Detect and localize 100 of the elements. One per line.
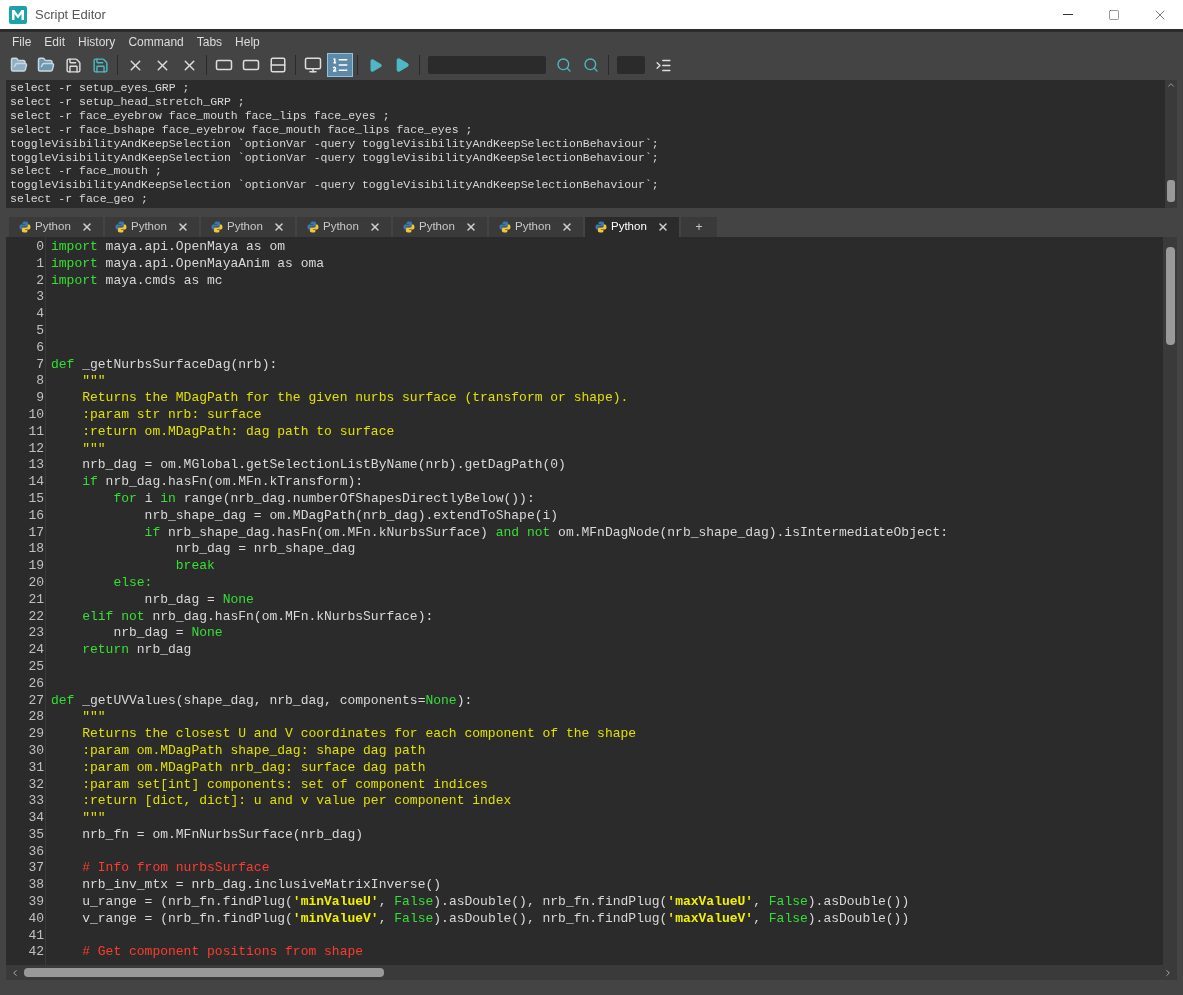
menu-item[interactable]: History xyxy=(72,33,122,51)
line-number: 7 xyxy=(36,356,44,374)
code-line: nrb_dag = nrb_shape_dag xyxy=(174,541,356,559)
code-line: Returns the closest U and V coordinates for each component of the shape xyxy=(81,726,637,743)
history-line: select -r face_eyebrow face_mouth face_lips face_eyes ; xyxy=(10,108,390,123)
script-tab[interactable]: Python xyxy=(393,217,487,237)
code-line: """ xyxy=(81,373,106,391)
menu-item[interactable]: Edit xyxy=(38,33,72,51)
line-number: 42 xyxy=(28,944,44,962)
line-number: 39 xyxy=(28,894,44,911)
minimize-icon xyxy=(1063,14,1073,15)
code-line: nrb_inv_mtx = nrb_dag.inclusiveMatrixInverse() xyxy=(81,877,442,895)
history-line: select -r face_bshape face_eyebrow face_mouth face_lips face_eyes ; xyxy=(10,122,473,137)
menu-item[interactable]: Help xyxy=(229,33,266,51)
tab-label: Python xyxy=(35,219,71,235)
close-icon[interactable] xyxy=(369,221,381,233)
line-number: 6 xyxy=(36,339,44,357)
line-number: 33 xyxy=(28,793,44,811)
close-icon[interactable] xyxy=(177,221,189,233)
history-line: select -r setup_head_stretch_GRP ; xyxy=(10,94,245,109)
close-icon[interactable] xyxy=(657,221,669,233)
close-icon[interactable] xyxy=(273,221,285,233)
line-number: 0 xyxy=(36,239,44,256)
close-icon[interactable] xyxy=(465,221,477,233)
tab-label: Python xyxy=(131,219,167,235)
script-tab[interactable]: Python xyxy=(585,217,679,237)
line-number: 24 xyxy=(28,642,44,659)
line-number: 22 xyxy=(28,608,44,626)
line-number: 30 xyxy=(28,742,44,760)
code-line: if nrb_dag.hasFn(om.MFn.kTransform): xyxy=(81,474,364,491)
line-number: 2 xyxy=(36,272,44,290)
script-tab[interactable]: Python xyxy=(105,217,199,237)
line-number: 21 xyxy=(28,591,44,609)
line-number: 19 xyxy=(28,558,44,575)
menu-item[interactable]: File xyxy=(6,33,38,51)
horizontal-scrollbar[interactable] xyxy=(6,965,1177,980)
python-logo-icon xyxy=(115,221,127,233)
scrollbar[interactable] xyxy=(1163,237,1177,965)
save-icon xyxy=(64,56,82,74)
script-tab[interactable]: Python xyxy=(489,217,583,237)
maximize-icon xyxy=(1108,8,1120,21)
line-number: 40 xyxy=(28,910,44,928)
code-line: nrb_dag = None xyxy=(112,625,223,643)
python-logo-icon xyxy=(403,221,415,233)
code-line: Returns the MDagPath for the given nurbs surface (transform or shape). xyxy=(81,390,629,407)
code-line: else: xyxy=(112,574,153,592)
line-number: 27 xyxy=(28,692,44,710)
script-tab[interactable]: Python xyxy=(9,217,103,237)
line-number: 41 xyxy=(28,927,44,945)
line-number: 9 xyxy=(36,390,44,407)
code-editor[interactable] xyxy=(6,237,1177,965)
line-number: 28 xyxy=(28,709,44,727)
close-icon[interactable] xyxy=(81,221,93,233)
scrollbar-thumb[interactable] xyxy=(24,968,384,977)
line-number: 15 xyxy=(28,490,44,508)
code-line: import maya.api.OpenMaya as om xyxy=(51,239,286,256)
new-tab-button[interactable]: + xyxy=(681,217,717,237)
line-number: 11 xyxy=(28,423,44,441)
scrollbar-thumb[interactable] xyxy=(1165,247,1175,345)
line-number: 26 xyxy=(28,675,44,693)
line-number: 36 xyxy=(28,843,44,861)
history-line: select -r setup_eyes_GRP ; xyxy=(10,81,190,95)
code-line: u_range = (nrb_fn.findPlug('minValueU', False).asDouble(), nrb_fn.findPlug('maxValueU', False).asDouble()) xyxy=(81,894,910,911)
split-panel-icon xyxy=(269,56,287,74)
code-line: def _getUVValues(shape_dag, nrb_dag, components=None): xyxy=(51,692,473,710)
menu-item[interactable]: Tabs xyxy=(190,33,229,51)
python-logo-icon xyxy=(19,221,31,233)
line-number: 1 xyxy=(36,255,44,273)
scrollbar-thumb[interactable] xyxy=(1167,180,1175,202)
go-to-line-field[interactable] xyxy=(617,56,645,74)
script-tab[interactable]: Python xyxy=(297,217,391,237)
monitor-icon xyxy=(304,56,322,74)
code-line: for i in range(nrb_dag.numberOfShapesDirectlyBelow()): xyxy=(112,490,535,508)
script-tab[interactable]: Python xyxy=(201,217,295,237)
scrollbar[interactable] xyxy=(1165,80,1177,208)
line-number: 23 xyxy=(28,625,44,643)
chevron-up-icon xyxy=(1166,80,1176,90)
history-line: select -r face_mouth ; xyxy=(10,164,162,179)
save-icon xyxy=(91,56,109,74)
code-line: import maya.cmds as mc xyxy=(51,272,223,290)
search-icon xyxy=(556,57,572,73)
line-numbers-toggle[interactable] xyxy=(327,53,353,77)
close-icon[interactable] xyxy=(561,221,573,233)
line-number: 4 xyxy=(36,306,44,323)
line-number: 29 xyxy=(28,726,44,743)
python-logo-icon xyxy=(595,221,607,233)
line-number: 16 xyxy=(28,507,44,525)
tab-label: Python xyxy=(515,219,551,235)
code-line: :return om.MDagPath: dag path to surface xyxy=(81,423,395,441)
menu-item[interactable]: Command xyxy=(122,33,190,51)
code-line: nrb_dag = None xyxy=(143,591,254,609)
code-line: """ xyxy=(81,440,106,458)
code-line: elif not nrb_dag.hasFn(om.MFn.kNurbsSurface): xyxy=(81,608,434,626)
code-line: def _getNurbsSurfaceDag(nrb): xyxy=(51,356,278,374)
code-line: :param set[int] components: set of component indices xyxy=(81,776,488,794)
code-line: import maya.api.OpenMayaAnim as oma xyxy=(51,255,325,273)
chevron-right-icon xyxy=(1163,967,1173,978)
code-line: :return [dict, dict]: u and v value per component index xyxy=(81,793,512,811)
search-field[interactable] xyxy=(428,56,546,74)
line-number: 32 xyxy=(28,776,44,794)
